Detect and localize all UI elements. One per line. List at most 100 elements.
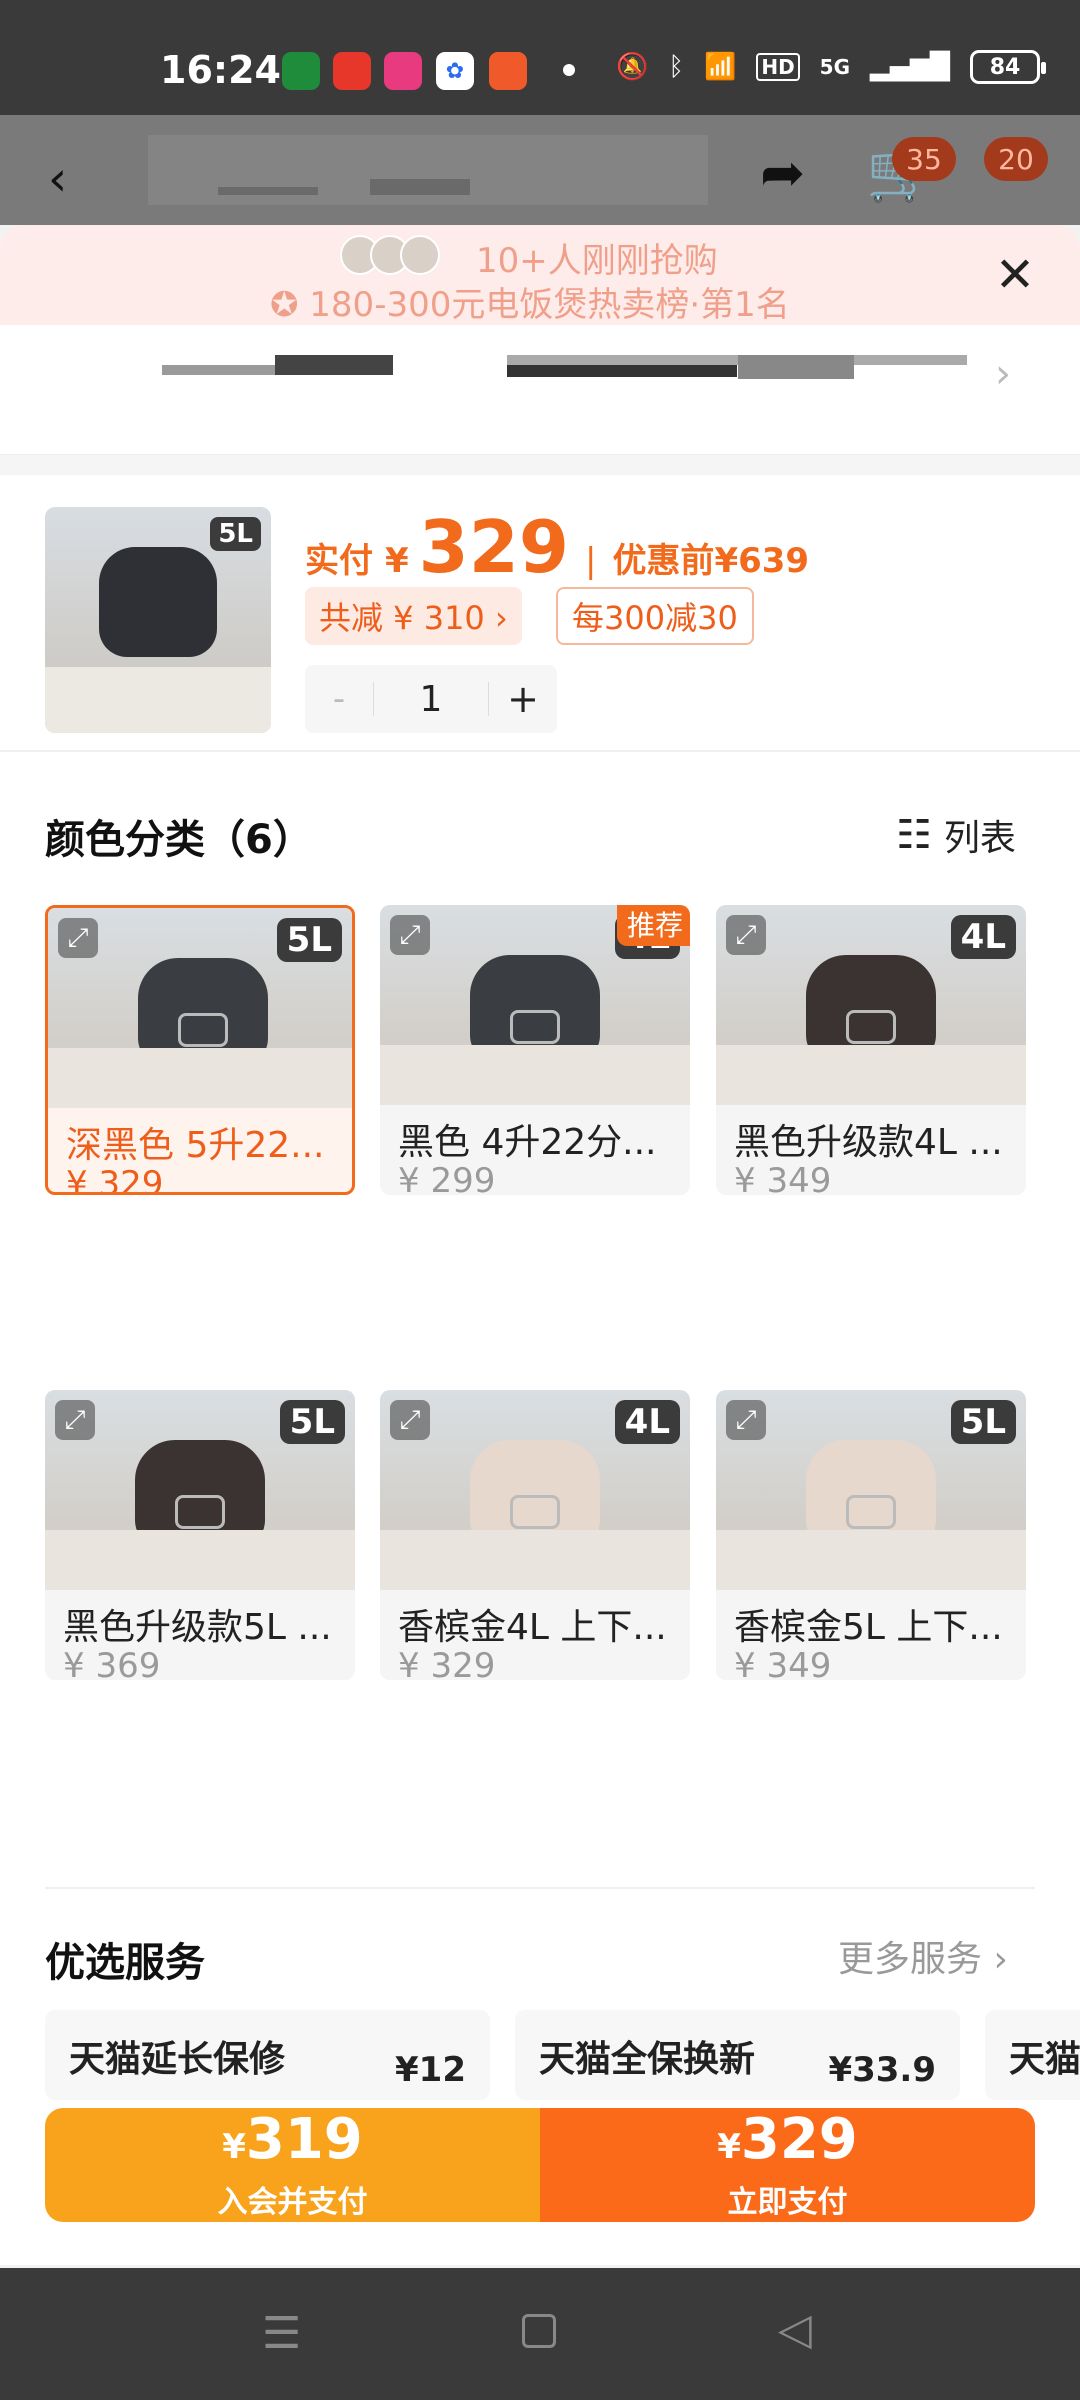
wifi-icon: 📶 — [703, 52, 737, 82]
service-card-warranty[interactable]: 天猫延长保修 ¥12 — [45, 2010, 490, 2100]
volume-badge: 5L — [279, 1400, 345, 1444]
product-image: ⤢ 5L — [48, 908, 352, 1108]
expand-icon[interactable]: ⤢ — [390, 915, 430, 955]
option-name: 黑色升级款4L ... — [734, 1122, 1003, 1163]
list-view-toggle[interactable]: ☷ 列表 — [896, 809, 1016, 861]
back-icon[interactable]: ‹ — [48, 151, 67, 207]
home-icon[interactable] — [522, 2314, 556, 2348]
cooker-image — [99, 547, 217, 657]
more-services-link[interactable]: 更多服务 › — [838, 1930, 1008, 1982]
blurred-text — [507, 355, 967, 365]
menu-icon[interactable]: ☰ — [262, 2308, 301, 2359]
clock: 16:24 — [160, 48, 281, 92]
coupon-chip[interactable]: 每300减30 — [556, 587, 754, 645]
discount-chip[interactable]: 共减 ¥ 310 › — [305, 587, 522, 645]
paid-label: 实付 — [305, 541, 373, 581]
panel — [178, 1013, 228, 1047]
panel — [175, 1495, 225, 1529]
currency: ¥ — [222, 2126, 246, 2167]
divider — [0, 750, 1080, 752]
join-and-pay-label: 入会并支付 — [217, 2184, 368, 2220]
pay-bar: ¥319 入会并支付 ¥329 立即支付 — [45, 2108, 1035, 2222]
hd-icon: HD — [756, 53, 800, 81]
share-icon[interactable]: ➦ — [760, 141, 805, 204]
separator: | — [584, 541, 597, 581]
original-label: 优惠前 — [612, 541, 715, 581]
increase-button[interactable]: + — [489, 665, 557, 733]
color-option-card[interactable]: ⤢ 5L 黑色升级款5L ... ¥ 369 — [45, 1390, 355, 1680]
join-and-pay-button[interactable]: ¥319 入会并支付 — [45, 2108, 540, 2222]
service-card-more[interactable]: 天猫 — [985, 2010, 1080, 2100]
cart-badge: 35 — [892, 137, 956, 181]
paid-price: 329 — [418, 505, 569, 589]
blurred-text — [275, 355, 393, 375]
option-name: 黑色升级款5L ... — [63, 1607, 332, 1648]
promo-line2: ✪ 180-300元电饭煲热卖榜·第1名 — [270, 285, 790, 325]
signal-icon: ▂▄▆█ — [870, 52, 950, 82]
recommend-tag: 推荐 — [616, 905, 690, 946]
currency: ¥ — [717, 2126, 741, 2167]
volume-badge: 5L — [276, 918, 342, 962]
quantity-stepper: - 1 + — [305, 665, 557, 733]
app-icon — [489, 52, 527, 90]
buyer-avatars — [340, 235, 440, 275]
address-strip[interactable]: › — [0, 325, 1080, 455]
option-price: ¥ 349 — [734, 1161, 832, 1195]
accessories-image — [380, 1530, 690, 1590]
color-section-title: 颜色分类（6） — [45, 817, 313, 863]
service-card-replacement[interactable]: 天猫全保换新 ¥33.9 — [515, 2010, 960, 2100]
accessories-image — [716, 1530, 1026, 1590]
list-view-label: 列表 — [943, 818, 1016, 859]
close-icon: ✕ — [994, 247, 1036, 303]
app-icon — [384, 52, 422, 90]
product-thumbnail[interactable]: 5L — [45, 507, 271, 733]
volume-badge: 5L — [210, 517, 261, 551]
promo-line1: 10+人刚刚抢购 — [476, 241, 718, 281]
chevron-right-icon: › — [995, 351, 1011, 397]
expand-icon[interactable]: ⤢ — [58, 918, 98, 958]
option-name: 黑色 4升22分... — [398, 1122, 657, 1163]
services-title: 优选服务 — [45, 1940, 205, 1986]
service-name: 天猫延长保修 — [69, 2039, 286, 2080]
more-badge: 20 — [984, 137, 1048, 181]
option-name: 深黑色 5升22... — [66, 1125, 325, 1166]
expand-icon[interactable]: ⤢ — [726, 1400, 766, 1440]
app-icon — [333, 52, 371, 90]
expand-icon[interactable]: ⤢ — [726, 915, 766, 955]
panel — [846, 1495, 896, 1529]
accessories-image — [716, 1045, 1026, 1105]
quantity-value[interactable]: 1 — [374, 665, 488, 733]
accessories-image — [45, 667, 271, 733]
option-price: ¥ 369 — [63, 1646, 161, 1680]
original-price: ¥639 — [714, 541, 810, 581]
service-price: ¥12 — [395, 2050, 466, 2090]
option-name: 香槟金5L 上下... — [734, 1607, 1003, 1648]
divider — [0, 455, 1080, 475]
product-image: ⤢ 5L — [45, 1390, 355, 1590]
status-bar: 16:24 ✿ 🔕 ᛒ 📶 HD 5G ▂▄▆█ 84 — [0, 0, 1080, 115]
service-name: 天猫 — [1009, 2039, 1080, 2080]
expand-icon[interactable]: ⤢ — [55, 1400, 95, 1440]
color-option-card[interactable]: ⤢ 4L 黑色升级款4L ... ¥ 349 — [716, 905, 1026, 1195]
color-option-card[interactable]: ⤢ 4L 香槟金4L 上下... ¥ 329 — [380, 1390, 690, 1680]
blurred-text — [370, 179, 470, 195]
option-price: ¥ 329 — [398, 1646, 496, 1680]
system-nav-bar: ☰ ◁ — [0, 2268, 1080, 2400]
divider — [45, 1887, 1035, 1889]
color-option-card[interactable]: ⤢ 5L 深黑色 5升22... ¥ 329 — [45, 905, 355, 1195]
pay-now-button[interactable]: ¥329 立即支付 — [540, 2108, 1035, 2222]
app-header: ‹ ➦ 🛒 35 20 — [0, 115, 1080, 225]
network-label: 5G — [819, 55, 851, 79]
bluetooth-icon: ᛒ — [668, 52, 684, 82]
decrease-button[interactable]: - — [305, 665, 373, 733]
dot-icon — [563, 64, 575, 76]
accessories-image — [45, 1530, 355, 1590]
close-button[interactable]: ✕ — [990, 251, 1040, 303]
baidu-app-icon: ✿ — [436, 52, 474, 90]
expand-icon[interactable]: ⤢ — [390, 1400, 430, 1440]
volume-badge: 4L — [614, 1400, 680, 1444]
color-option-card[interactable]: ⤢4L黑色 4升22分...¥ 299推荐 — [380, 905, 690, 1195]
color-option-card[interactable]: ⤢ 5L 香槟金5L 上下... ¥ 349 — [716, 1390, 1026, 1680]
accessories-image — [48, 1048, 352, 1108]
back-nav-icon[interactable]: ◁ — [778, 2304, 812, 2355]
